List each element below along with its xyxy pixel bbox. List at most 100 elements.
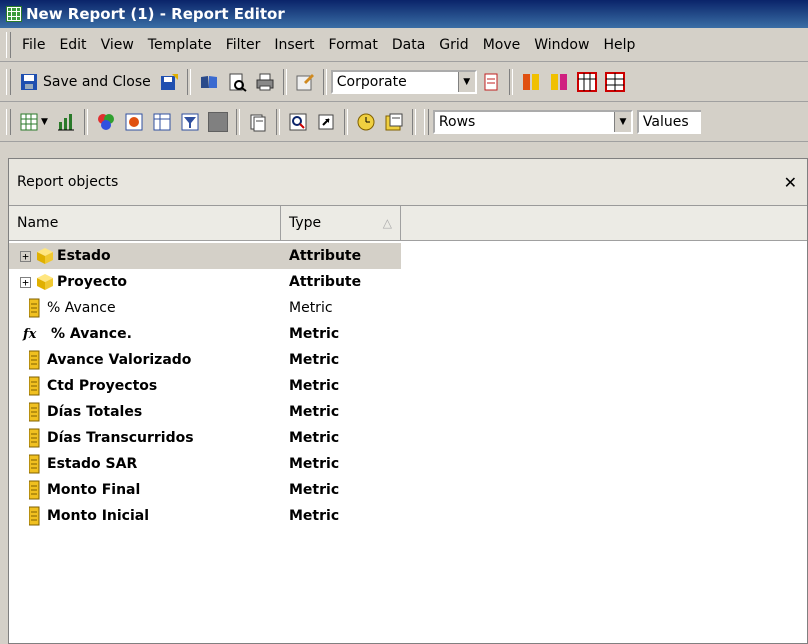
gray-box-button[interactable] bbox=[204, 109, 232, 135]
expand-icon[interactable]: + bbox=[20, 250, 31, 262]
menu-format[interactable]: Format bbox=[329, 37, 378, 53]
swap-icon bbox=[550, 73, 567, 90]
metric-icon bbox=[29, 402, 40, 422]
toolbar-separator bbox=[83, 108, 88, 135]
square-icon bbox=[207, 111, 228, 132]
menu-insert[interactable]: Insert bbox=[274, 37, 314, 53]
panel-title: Report objects bbox=[17, 174, 119, 190]
drill-icon bbox=[289, 113, 307, 130]
object-type: Metric bbox=[289, 430, 340, 446]
toolbar-separator bbox=[235, 108, 240, 135]
filter-funnel-icon bbox=[181, 113, 199, 130]
chevron-down-icon[interactable]: ▼ bbox=[457, 71, 475, 92]
attribute-cube-icon bbox=[37, 248, 53, 264]
menu-grid[interactable]: Grid bbox=[439, 37, 468, 53]
menu-file[interactable]: File bbox=[22, 37, 45, 53]
list-item[interactable]: Monto Inicial Metric bbox=[9, 503, 807, 529]
list-item[interactable]: + Proyecto Attribute bbox=[9, 269, 807, 295]
object-name: Avance Valorizado bbox=[47, 352, 192, 368]
panel-header: Report objects ✕ bbox=[9, 159, 807, 206]
values-select-value: Values bbox=[642, 113, 689, 130]
grid-icon bbox=[20, 113, 38, 130]
object-browser-icon bbox=[97, 113, 114, 130]
menu-data[interactable]: Data bbox=[392, 37, 425, 53]
menu-template[interactable]: Template bbox=[148, 37, 212, 53]
graph-view-button[interactable] bbox=[52, 109, 80, 135]
values-select[interactable]: Values bbox=[636, 109, 701, 134]
list-item[interactable]: Monto Final Metric bbox=[9, 477, 807, 503]
menubar-grip[interactable] bbox=[6, 31, 11, 58]
list-item[interactable]: Días Transcurridos Metric bbox=[9, 425, 807, 451]
template-style-value: Corporate bbox=[336, 73, 407, 90]
save-as-icon bbox=[160, 73, 178, 90]
object-browser-button[interactable] bbox=[92, 109, 120, 135]
save-and-close-button[interactable]: Save and Close bbox=[15, 69, 155, 95]
list-item[interactable]: Días Totales Metric bbox=[9, 399, 807, 425]
export-button[interactable] bbox=[380, 109, 408, 135]
totals-button[interactable] bbox=[601, 69, 629, 95]
format-button[interactable] bbox=[477, 69, 505, 95]
column-header-type[interactable]: Type △ bbox=[281, 206, 401, 240]
standard-toolbar: Save and Close Corporate ▼ bbox=[0, 62, 808, 102]
object-name: % Avance bbox=[47, 300, 116, 316]
object-type: Attribute bbox=[289, 274, 362, 290]
list-item[interactable]: % Avance Metric bbox=[9, 295, 807, 321]
grid-view-button[interactable]: ▼ bbox=[15, 109, 52, 135]
metric-icon bbox=[29, 428, 40, 448]
sql-view-button[interactable] bbox=[312, 109, 340, 135]
template-style-select[interactable]: Corporate ▼ bbox=[330, 69, 477, 94]
menu-window[interactable]: Window bbox=[534, 37, 589, 53]
menu-view[interactable]: View bbox=[101, 37, 134, 53]
toolbar-separator bbox=[411, 108, 416, 135]
metric-icon bbox=[29, 480, 40, 500]
open-book-button[interactable] bbox=[195, 69, 223, 95]
object-name: Días Totales bbox=[47, 404, 143, 420]
close-icon[interactable]: ✕ bbox=[784, 173, 797, 192]
metric-icon bbox=[29, 376, 40, 396]
menu-edit[interactable]: Edit bbox=[59, 37, 86, 53]
menu-filter[interactable]: Filter bbox=[226, 37, 261, 53]
attribute-cube-icon bbox=[37, 274, 53, 290]
toolbar-grip[interactable] bbox=[423, 108, 429, 135]
object-list: + Estado Attribute + Proyecto Attribute … bbox=[9, 241, 807, 529]
page-by-icon bbox=[250, 114, 266, 131]
object-type: Metric bbox=[289, 300, 333, 316]
object-name: Monto Final bbox=[47, 482, 141, 498]
save-as-button[interactable] bbox=[155, 69, 183, 95]
subtotals-button[interactable] bbox=[573, 69, 601, 95]
report-objects-icon bbox=[125, 113, 143, 130]
rows-select[interactable]: Rows ▼ bbox=[432, 109, 633, 134]
menu-help[interactable]: Help bbox=[603, 37, 635, 53]
list-item[interactable]: Estado SAR Metric bbox=[9, 451, 807, 477]
view-filter-button[interactable] bbox=[148, 109, 176, 135]
chevron-down-icon[interactable]: ▼ bbox=[41, 117, 48, 127]
swap-button[interactable] bbox=[545, 69, 573, 95]
drill-button[interactable] bbox=[284, 109, 312, 135]
column-header-name[interactable]: Name bbox=[9, 206, 281, 240]
menu-bar: File Edit View Template Filter Insert Fo… bbox=[0, 28, 808, 62]
list-item[interactable]: + Estado Attribute bbox=[9, 243, 401, 269]
report-options-button[interactable] bbox=[291, 69, 319, 95]
page-by-button[interactable] bbox=[244, 109, 272, 135]
print-preview-button[interactable] bbox=[223, 69, 251, 95]
toolbar-grip[interactable] bbox=[6, 108, 11, 135]
print-button[interactable] bbox=[251, 69, 279, 95]
list-item[interactable]: Avance Valorizado Metric bbox=[9, 347, 807, 373]
export-icon bbox=[385, 113, 403, 130]
list-item[interactable]: Ctd Proyectos Metric bbox=[9, 373, 807, 399]
menu-move[interactable]: Move bbox=[483, 37, 521, 53]
toolbar-grip[interactable] bbox=[6, 68, 11, 95]
schedule-button[interactable] bbox=[352, 109, 380, 135]
object-type: Metric bbox=[289, 326, 340, 342]
function-icon: fx bbox=[23, 326, 37, 342]
expand-icon[interactable]: + bbox=[20, 276, 31, 288]
report-objects-button[interactable] bbox=[120, 109, 148, 135]
report-editor-icon bbox=[6, 6, 22, 22]
object-name: Estado SAR bbox=[47, 456, 138, 472]
metric-icon bbox=[29, 506, 40, 526]
chevron-down-icon[interactable]: ▼ bbox=[613, 111, 631, 132]
pivot-button[interactable] bbox=[517, 69, 545, 95]
list-item[interactable]: fx % Avance. Metric bbox=[9, 321, 807, 347]
filter-button[interactable] bbox=[176, 109, 204, 135]
object-name: Estado bbox=[57, 248, 111, 264]
